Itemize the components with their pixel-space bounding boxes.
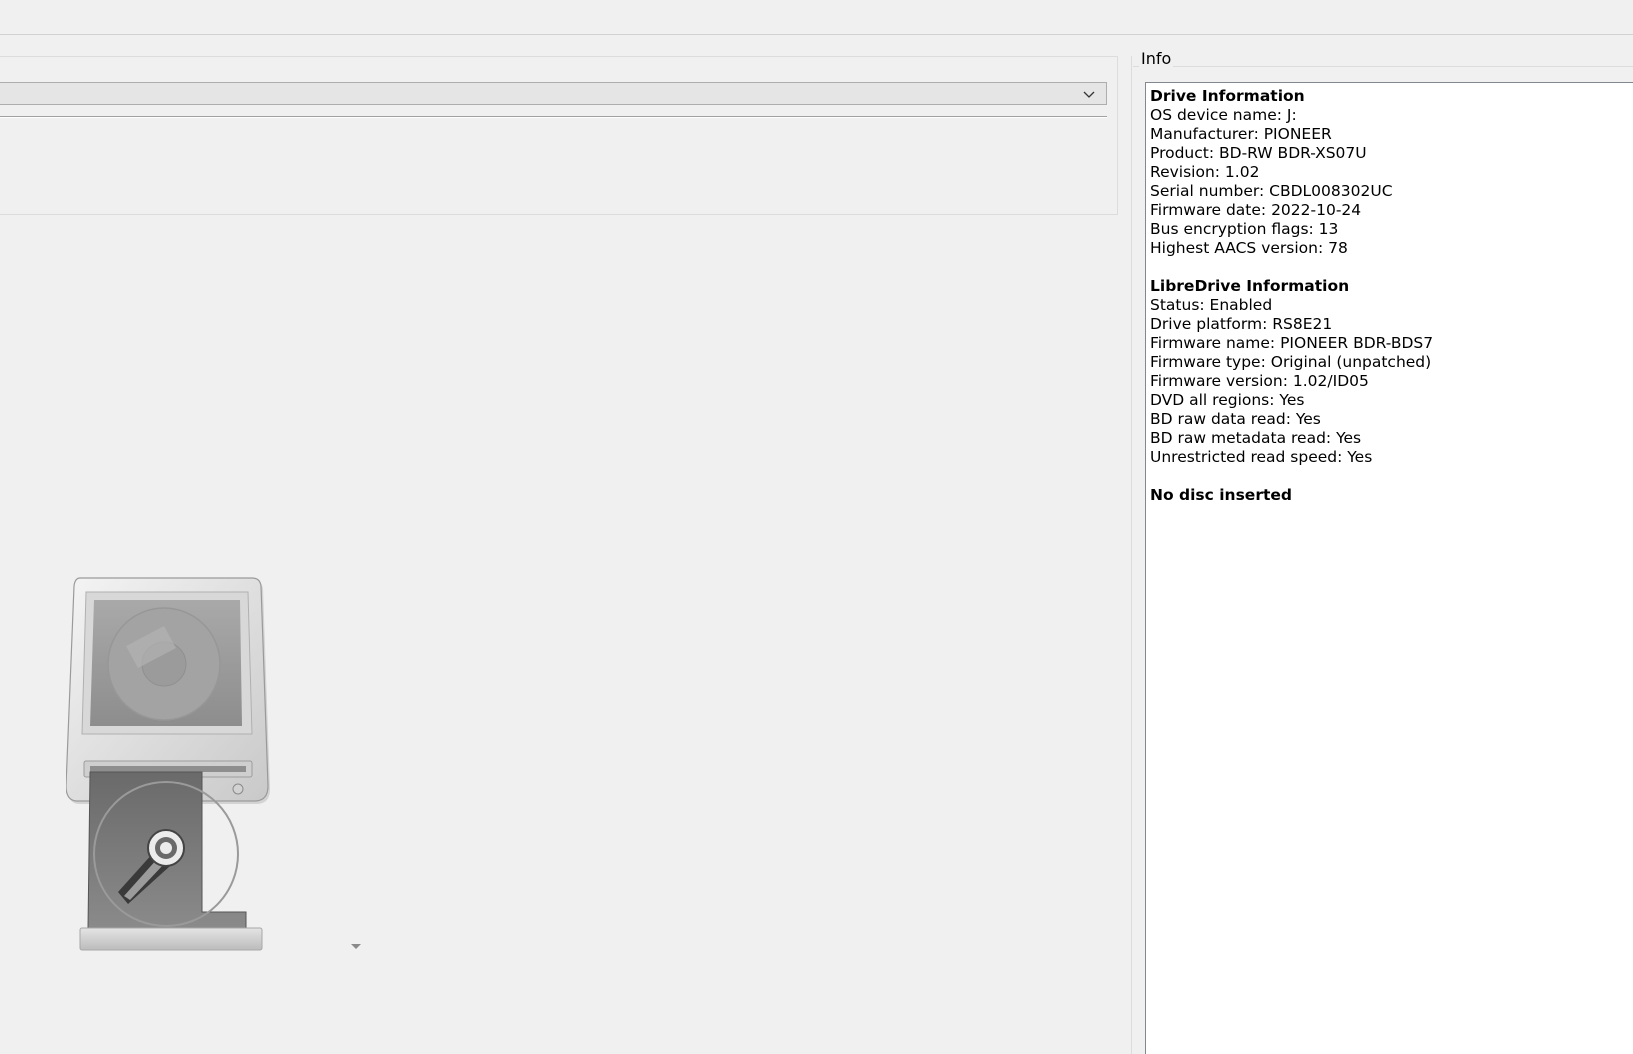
info-line: Serial number: CBDL008302UC — [1150, 182, 1393, 200]
drive-information-section: Drive Information OS device name: J: Man… — [1150, 87, 1633, 258]
info-line: Firmware name: PIONEER BDR-BDS7 — [1150, 334, 1434, 352]
info-line: Revision: 1.02 — [1150, 163, 1260, 181]
group-divider-highlight — [0, 117, 1107, 118]
info-line: Firmware date: 2022-10-24 — [1150, 201, 1362, 219]
libredrive-information-section: LibreDrive Information Status: Enabled D… — [1150, 277, 1633, 467]
panel-splitter[interactable] — [1131, 56, 1132, 1054]
optical-drive-open-tray-icon — [66, 577, 270, 951]
info-line: BD raw data read: Yes — [1150, 410, 1321, 428]
info-line: Manufacturer: PIONEER — [1150, 125, 1332, 143]
info-line: Firmware version: 1.02/ID05 — [1150, 372, 1369, 390]
info-line: Firmware type: Original (unpatched) — [1150, 353, 1432, 371]
chevron-down-icon[interactable] — [1083, 88, 1095, 100]
drive-group-box — [0, 56, 1118, 215]
drive-select-dropdown[interactable] — [0, 82, 1107, 105]
info-line: DVD all regions: Yes — [1150, 391, 1305, 409]
caret-down-icon[interactable] — [349, 942, 363, 952]
info-line: Status: Enabled — [1150, 296, 1273, 314]
info-line: OS device name: J: — [1150, 106, 1297, 124]
drive-information-heading: Drive Information — [1150, 87, 1305, 105]
info-line: Drive platform: RS8E21 — [1150, 315, 1333, 333]
info-line: BD raw metadata read: Yes — [1150, 429, 1362, 447]
libredrive-information-heading: LibreDrive Information — [1150, 277, 1350, 295]
info-line: Highest AACS version: 78 — [1150, 239, 1348, 257]
toolbar-separator — [0, 34, 1633, 35]
info-line: Bus encryption flags: 13 — [1150, 220, 1339, 238]
disc-status-text: No disc inserted — [1150, 486, 1292, 504]
disc-status-section: No disc inserted — [1150, 486, 1633, 505]
info-text-area[interactable]: Drive Information OS device name: J: Man… — [1145, 82, 1633, 1054]
info-caption: Info — [1139, 49, 1174, 69]
info-line: Product: BD-RW BDR-XS07U — [1150, 144, 1367, 162]
info-line: Unrestricted read speed: Yes — [1150, 448, 1373, 466]
main-window: Info Drive Information OS device name: J… — [0, 0, 1633, 1054]
